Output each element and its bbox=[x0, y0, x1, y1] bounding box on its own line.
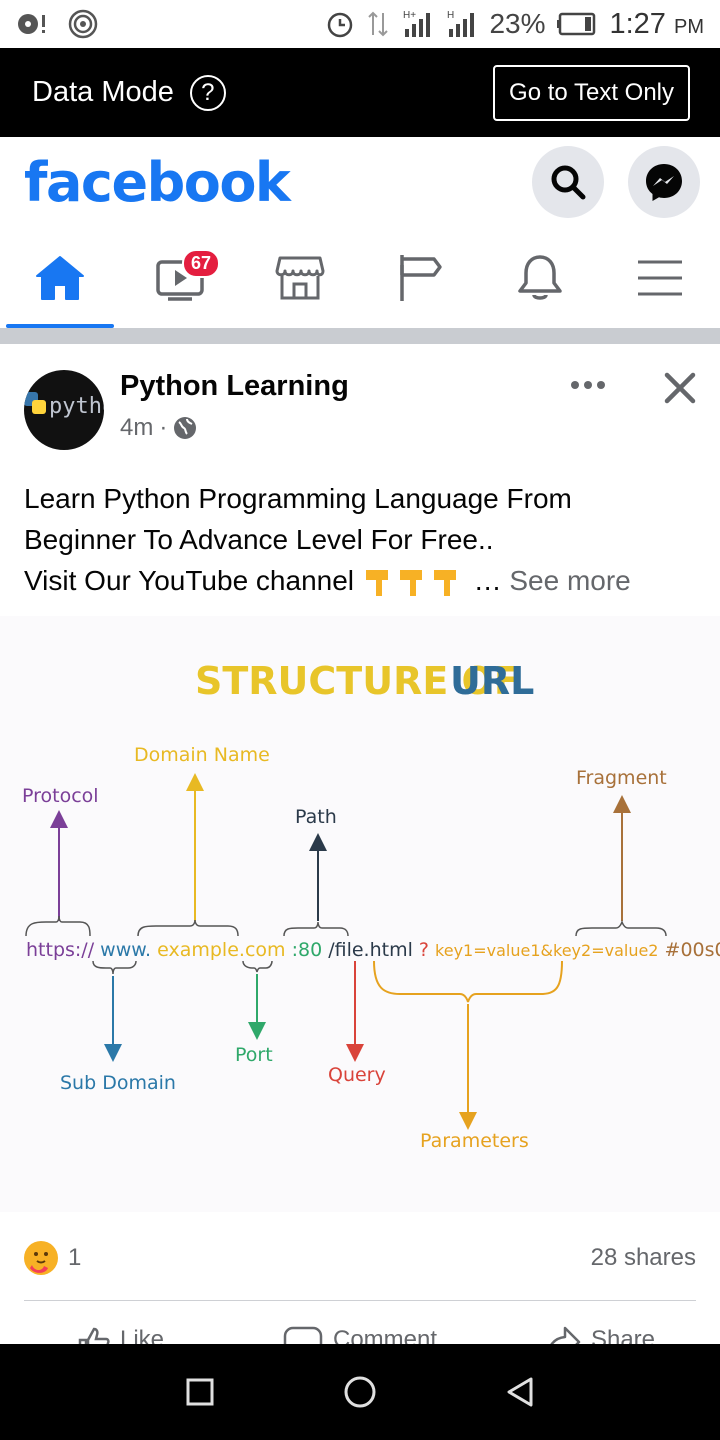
notification-icon bbox=[18, 14, 45, 34]
more-options-button[interactable] bbox=[564, 370, 612, 400]
url-line: https:// www. example.com :80 /file.html… bbox=[26, 939, 720, 961]
recent-apps-button[interactable] bbox=[170, 1362, 230, 1422]
watch-badge: 67 bbox=[182, 249, 221, 278]
system-nav-bar bbox=[0, 1344, 720, 1440]
globe-icon bbox=[174, 417, 197, 439]
post-header: pytho Python Learning 4m · bbox=[24, 370, 704, 450]
svg-text:H+: H+ bbox=[403, 10, 416, 21]
post-image[interactable]: STRUCTURE OF URL Domain Name Protocol Pa… bbox=[0, 616, 720, 1212]
signal-icon-2: H bbox=[447, 10, 475, 37]
share-button[interactable]: Share bbox=[480, 1318, 720, 1344]
like-button[interactable]: Like bbox=[0, 1318, 240, 1344]
bell-icon bbox=[518, 254, 562, 300]
page-avatar[interactable]: pytho bbox=[24, 370, 104, 450]
clock: 1:27 PM bbox=[609, 7, 704, 40]
label-fragment: Fragment bbox=[576, 767, 667, 789]
label-port: Port bbox=[235, 1044, 273, 1066]
tab-home[interactable] bbox=[0, 227, 120, 328]
label-parameters: Parameters bbox=[420, 1130, 529, 1152]
tab-notifications[interactable] bbox=[480, 227, 600, 328]
avatar-text: pytho bbox=[49, 394, 104, 419]
like-icon bbox=[78, 1327, 110, 1344]
battery-icon bbox=[557, 12, 596, 36]
alarm-icon bbox=[328, 12, 353, 38]
label-domain-name: Domain Name bbox=[134, 744, 270, 766]
data-transfer-icon bbox=[368, 11, 389, 37]
back-button[interactable] bbox=[490, 1362, 550, 1422]
go-to-text-only-button[interactable]: Go to Text Only bbox=[493, 64, 690, 121]
label-sub-domain: Sub Domain bbox=[60, 1072, 176, 1094]
tab-menu[interactable] bbox=[600, 227, 720, 328]
url-structure-diagram: STRUCTURE OF URL Domain Name Protocol Pa… bbox=[22, 659, 720, 1152]
post-text-line: Visit Our YouTube channel … See more bbox=[24, 560, 704, 601]
data-mode-bar: Data Mode ? Go to Text Only bbox=[0, 48, 720, 137]
see-more-link[interactable]: See more bbox=[509, 565, 630, 596]
label-protocol: Protocol bbox=[22, 785, 99, 807]
triangle-back-icon bbox=[507, 1377, 533, 1407]
flag-icon bbox=[400, 254, 442, 301]
post-actions: Like Comment Share bbox=[0, 1318, 720, 1344]
hamburger-icon bbox=[638, 260, 682, 295]
comment-button[interactable]: Comment bbox=[240, 1318, 480, 1344]
hotspot-icon bbox=[68, 9, 98, 39]
svg-text:H: H bbox=[447, 10, 454, 21]
circle-icon bbox=[344, 1376, 376, 1408]
messenger-icon bbox=[646, 164, 682, 201]
messenger-button[interactable] bbox=[628, 146, 700, 218]
post-text-line: Beginner To Advance Level For Free.. bbox=[24, 524, 494, 555]
status-bar: H+ H 23% 1:27 PM bbox=[0, 0, 720, 48]
home-button[interactable] bbox=[330, 1362, 390, 1422]
comment-label: Comment bbox=[332, 1326, 438, 1344]
square-icon bbox=[186, 1378, 214, 1406]
label-path: Path bbox=[295, 806, 337, 828]
help-icon[interactable]: ? bbox=[189, 74, 226, 111]
search-button[interactable] bbox=[532, 146, 604, 218]
hide-post-button[interactable] bbox=[660, 368, 700, 408]
tab-marketplace[interactable] bbox=[240, 227, 360, 328]
home-icon bbox=[36, 255, 84, 300]
pointing-down-emoji-icon bbox=[362, 560, 466, 601]
share-label: Share bbox=[590, 1326, 656, 1344]
meta-dot: · bbox=[159, 414, 168, 441]
post-time[interactable]: 4m bbox=[120, 414, 153, 442]
post-text-line: Learn Python Programming Language From bbox=[24, 483, 572, 514]
signal-icon: H+ bbox=[403, 10, 431, 37]
page-name[interactable]: Python Learning bbox=[120, 370, 349, 403]
post-text: Learn Python Programming Language From B… bbox=[24, 478, 704, 601]
battery-percent: 23% bbox=[489, 8, 546, 39]
facebook-logo[interactable]: facebook bbox=[24, 151, 291, 214]
share-icon bbox=[550, 1326, 581, 1344]
care-reaction-icon[interactable] bbox=[24, 1241, 58, 1275]
post-meta: 4m · bbox=[120, 414, 197, 442]
data-mode-label: Data Mode bbox=[32, 76, 174, 108]
close-icon bbox=[664, 372, 696, 404]
comment-icon bbox=[283, 1326, 323, 1344]
search-icon bbox=[551, 165, 586, 200]
reaction-count[interactable]: 1 bbox=[68, 1244, 81, 1272]
reactions-bar: 1 28 shares bbox=[24, 1238, 696, 1278]
section-divider bbox=[0, 328, 720, 344]
app-header: facebook bbox=[0, 137, 720, 227]
tab-pages[interactable] bbox=[360, 227, 480, 328]
like-label: Like bbox=[119, 1326, 165, 1344]
share-count[interactable]: 28 shares bbox=[591, 1244, 696, 1272]
more-horizontal-icon bbox=[571, 381, 605, 389]
diagram-title-url: URL bbox=[450, 659, 534, 703]
store-icon bbox=[275, 256, 325, 299]
divider bbox=[24, 1300, 696, 1301]
label-query: Query bbox=[328, 1064, 386, 1086]
tab-watch[interactable]: 67 bbox=[120, 227, 240, 328]
nav-tabs: 67 bbox=[0, 227, 720, 328]
